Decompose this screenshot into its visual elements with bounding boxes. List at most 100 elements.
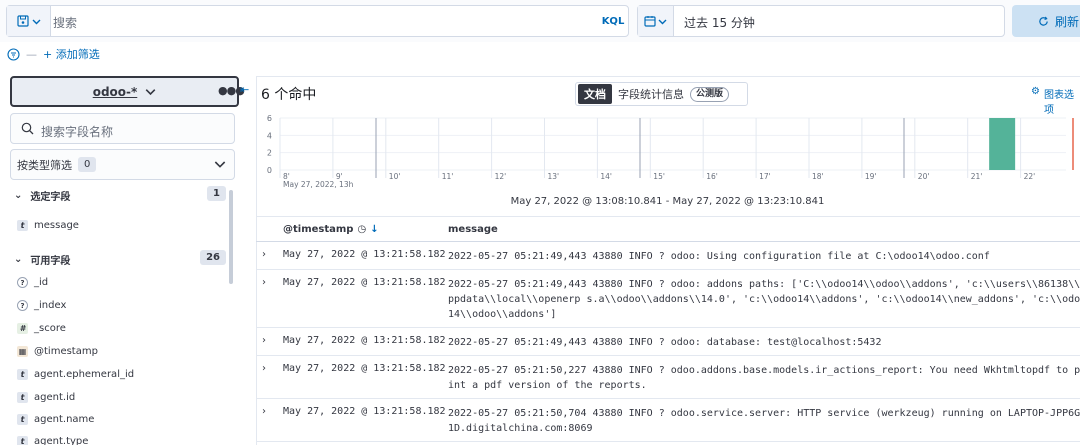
timestamp-column-header[interactable]: @timestamp ◷ ↓ xyxy=(283,224,379,235)
time-picker[interactable]: 过去 15 分钟 xyxy=(637,5,1005,37)
quick-select-button[interactable] xyxy=(638,6,674,36)
string-type-icon: t xyxy=(17,369,28,380)
sidebar-scrollbar[interactable] xyxy=(229,190,233,284)
number-type-icon: # xyxy=(17,323,28,334)
histogram-bar xyxy=(989,118,1016,170)
time-range-value[interactable]: 过去 15 分钟 xyxy=(684,14,755,31)
field-name: agent.name xyxy=(34,414,95,425)
field-item[interactable]: t agent.name xyxy=(17,414,94,425)
expand-row-icon[interactable]: › xyxy=(262,249,266,260)
search-input[interactable]: 搜索 xyxy=(53,14,77,31)
date-type-icon: ▦ xyxy=(17,346,28,357)
string-type-icon: t xyxy=(17,220,28,231)
add-filter-button[interactable]: + 添加筛选 xyxy=(43,46,100,62)
y-tick-label: 0 xyxy=(267,166,272,175)
available-fields-header[interactable]: ⌄ 可用字段 26 xyxy=(14,250,226,267)
divider: — xyxy=(26,47,37,61)
y-tick-label: 2 xyxy=(267,149,272,158)
filter-options-icon[interactable] xyxy=(7,47,20,61)
table-row[interactable]: › May 27, 2022 @ 13:21:58.182 2022-05-27 0… xyxy=(256,399,1080,442)
x-tick-label: 14' xyxy=(600,172,612,181)
x-tick-label: 13' xyxy=(548,172,560,181)
field-name: message xyxy=(34,220,79,231)
row-timestamp: May 27, 2022 @ 13:21:58.182 xyxy=(283,335,446,346)
unknown-type-icon: ? xyxy=(17,300,28,311)
expand-row-icon[interactable]: › xyxy=(262,363,266,374)
x-tick-label: 12' xyxy=(495,172,507,181)
row-message: 2022-05-27 05:21:49,443 43880 INFO ? odo… xyxy=(448,251,990,262)
saved-query-button[interactable] xyxy=(7,6,51,36)
collapse-sidebar-icon[interactable]: ⇤ xyxy=(240,83,249,96)
table-row[interactable]: › May 27, 2022 @ 13:21:58.182 2022-05-27 0… xyxy=(256,328,1080,356)
field-item[interactable]: ? _id xyxy=(17,277,48,288)
refresh-icon xyxy=(1039,16,1048,26)
field-item[interactable]: # _score xyxy=(17,323,66,334)
index-pattern-label: odoo-* xyxy=(92,84,138,99)
clock-icon: ◷ xyxy=(357,224,367,235)
field-sidebar: odoo-* ●●● ⇤ 搜索字段名称 按类型筛选 0 ⌄ 选定字段 1 t m… xyxy=(0,70,256,445)
y-tick-label: 6 xyxy=(267,114,272,123)
tab-documents[interactable]: 文档 xyxy=(578,84,612,104)
table-row[interactable]: › May 27, 2022 @ 13:21:58.182 2022-05-27 0… xyxy=(256,356,1080,399)
selected-count-badge: 1 xyxy=(207,186,226,201)
field-name: _index xyxy=(34,300,67,311)
field-item[interactable]: t agent.type xyxy=(17,436,88,445)
row-timestamp: May 27, 2022 @ 13:21:58.182 xyxy=(283,406,446,417)
filter-by-type-label: 按类型筛选 xyxy=(17,158,72,172)
chevron-down-icon xyxy=(32,19,40,24)
unknown-type-icon: ? xyxy=(17,277,28,288)
x-tick-label: 18' xyxy=(812,172,824,181)
x-tick-label: 10' xyxy=(389,172,401,181)
sort-arrow-icon[interactable]: ↓ xyxy=(370,224,378,235)
x-tick-label: 16' xyxy=(706,172,718,181)
refresh-label: 刷新 xyxy=(1055,14,1080,29)
kql-toggle[interactable]: KQL xyxy=(598,6,628,36)
expand-row-icon[interactable]: › xyxy=(262,335,266,346)
field-search-input[interactable]: 搜索字段名称 xyxy=(10,113,235,144)
table-header: @timestamp ◷ ↓ message xyxy=(256,216,1080,242)
chevron-down-icon: ⌄ xyxy=(14,190,23,201)
field-item[interactable]: ? _index xyxy=(17,300,66,311)
timestamp-header-label: @timestamp xyxy=(283,224,354,235)
x-tick-label: 15' xyxy=(653,172,665,181)
query-bar[interactable]: 搜索 KQL xyxy=(6,5,629,37)
calendar-icon xyxy=(644,16,656,27)
table-row[interactable]: › May 27, 2022 @ 13:21:58.182 2022-05-27 0… xyxy=(256,270,1080,328)
field-name: agent.id xyxy=(34,392,76,403)
refresh-button[interactable]: 刷新 xyxy=(1012,5,1080,37)
field-name: _id xyxy=(34,277,49,288)
message-column-header[interactable]: message xyxy=(448,224,498,235)
available-fields-title: 可用字段 xyxy=(30,256,71,267)
string-type-icon: t xyxy=(17,392,28,403)
available-count-badge: 26 xyxy=(200,250,226,265)
index-pattern-selector[interactable]: odoo-* xyxy=(10,76,239,107)
row-message: 2022-05-27 05:21:49,443 43880 INFO ? odo… xyxy=(448,279,1080,320)
selected-fields-title: 选定字段 xyxy=(30,192,71,203)
filter-by-type-button[interactable]: 按类型筛选 0 xyxy=(10,149,235,180)
field-item[interactable]: ▦ @timestamp xyxy=(17,346,98,357)
chevron-down-icon xyxy=(145,89,156,96)
x-tick-label: 19' xyxy=(865,172,877,181)
filter-count-badge: 0 xyxy=(78,157,97,172)
chevron-down-icon xyxy=(658,19,667,24)
tab-field-stats[interactable]: 字段统计信息 xyxy=(618,86,684,102)
string-type-icon: t xyxy=(17,436,28,445)
x-tick-label: 17' xyxy=(759,172,771,181)
field-search-placeholder: 搜索字段名称 xyxy=(41,125,114,139)
x-tick-label: 21' xyxy=(971,172,983,181)
table-row[interactable]: › May 27, 2022 @ 13:21:58.182 2022-05-27 0… xyxy=(256,242,1080,270)
expand-row-icon[interactable]: › xyxy=(262,406,266,417)
selected-field-item[interactable]: t message xyxy=(17,220,79,231)
filter-row: — + 添加筛选 xyxy=(7,46,100,62)
histogram-chart: 64208' 9' 10' 11' 12' 13' 14' 15' 16' 17' 18' 19' 20… xyxy=(267,114,1074,189)
time-range-label: May 27, 2022 @ 13:08:10.841 - May 27, 20… xyxy=(510,196,825,207)
x-tick-label: 11' xyxy=(442,172,454,181)
expand-row-icon[interactable]: › xyxy=(262,277,266,288)
view-tabs: 文档 字段统计信息 公测版 xyxy=(575,82,748,106)
chevron-down-icon: ⌄ xyxy=(14,254,23,265)
field-item[interactable]: t agent.ephemeral_id xyxy=(17,369,134,380)
selected-fields-header[interactable]: ⌄ 选定字段 1 xyxy=(14,186,226,203)
field-name: @timestamp xyxy=(34,346,98,357)
x-tick-label: 22' xyxy=(1024,172,1036,181)
field-item[interactable]: t agent.id xyxy=(17,392,75,403)
